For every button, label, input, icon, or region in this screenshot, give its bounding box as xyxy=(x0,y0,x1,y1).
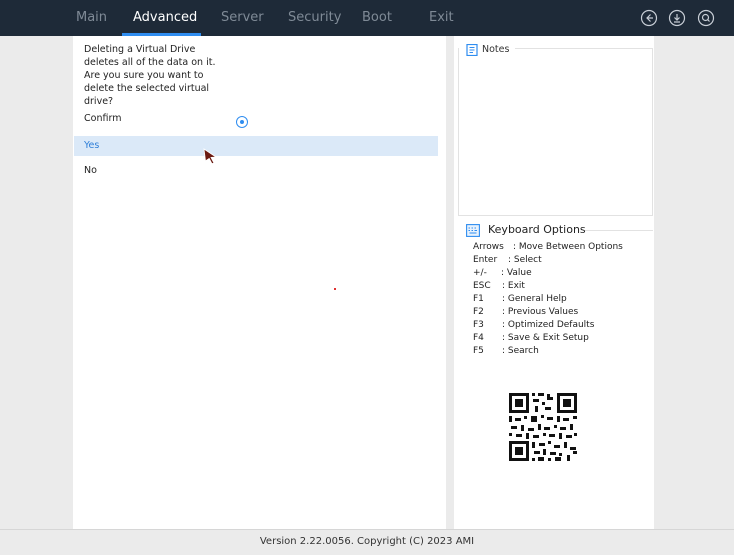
keyboard-options-divider xyxy=(585,230,653,231)
key-name: F4 xyxy=(473,333,484,343)
key-name: F2 xyxy=(473,307,484,317)
confirm-option[interactable]: Confirm xyxy=(74,109,438,129)
confirm-label: Confirm xyxy=(84,113,122,124)
key-row-f3: F3 : Optimized Defaults xyxy=(473,319,623,332)
tab-exit[interactable]: Exit xyxy=(429,0,454,36)
option-yes-label: Yes xyxy=(84,140,100,151)
confirm-radio[interactable] xyxy=(236,116,248,128)
key-desc: : Previous Values xyxy=(502,307,579,317)
tab-advanced[interactable]: Advanced xyxy=(133,0,197,36)
key-row-arrows: Arrows : Move Between Options xyxy=(473,241,623,254)
key-row-enter: Enter : Select xyxy=(473,254,623,267)
key-name: +/- xyxy=(473,268,487,278)
version-text: Version 2.22.0056. Copyright (C) 2023 AM… xyxy=(259,536,475,547)
notes-box xyxy=(458,48,653,216)
key-desc: : Search xyxy=(502,346,539,356)
tab-boot[interactable]: Boot xyxy=(362,0,392,36)
qr-code-icon xyxy=(501,385,585,469)
option-yes[interactable]: Yes xyxy=(74,136,438,156)
key-desc: : Save & Exit Setup xyxy=(502,333,589,343)
key-desc: : Optimized Defaults xyxy=(502,320,595,330)
notes-divider xyxy=(515,48,653,49)
key-name: F3 xyxy=(473,320,484,330)
red-marker-dot xyxy=(334,288,336,290)
mouse-cursor-icon xyxy=(203,148,217,164)
delete-warning-text: Deleting a Virtual Drive deletes all of … xyxy=(84,44,216,107)
key-row-f4: F4 : Save & Exit Setup xyxy=(473,332,623,345)
tab-security[interactable]: Security xyxy=(288,0,341,36)
tab-main[interactable]: Main xyxy=(76,0,107,36)
search-icon[interactable] xyxy=(697,9,715,27)
notes-title: Notes xyxy=(482,44,510,55)
tab-server[interactable]: Server xyxy=(221,0,264,36)
download-icon[interactable] xyxy=(668,9,686,27)
keyboard-options-list: Arrows : Move Between Options Enter : Sele… xyxy=(473,241,623,358)
key-desc: : General Help xyxy=(502,294,567,304)
keyboard-icon xyxy=(466,224,480,237)
key-row-f1: F1 : General Help xyxy=(473,293,623,306)
key-desc: : Exit xyxy=(502,281,525,291)
key-name: F5 xyxy=(473,346,484,356)
version-footer: Version 2.22.0056. Copyright (C) 2023 AM… xyxy=(0,529,734,555)
key-desc: : Move Between Options xyxy=(513,242,623,252)
key-name: Arrows xyxy=(473,242,504,252)
option-no-label: No xyxy=(84,165,97,176)
key-row-esc: ESC : Exit xyxy=(473,280,623,293)
notes-icon xyxy=(466,44,478,56)
key-row-f5: F5 : Search xyxy=(473,345,623,358)
key-name: Enter xyxy=(473,255,498,265)
keyboard-options-title: Keyboard Options xyxy=(488,223,586,236)
key-desc: : Value xyxy=(501,268,532,278)
top-menu-bar: Main Advanced Server Security Boot Exit xyxy=(0,0,734,36)
key-name: F1 xyxy=(473,294,484,304)
key-name: ESC xyxy=(473,281,491,291)
back-icon[interactable] xyxy=(640,9,658,27)
radio-checked-dot xyxy=(240,120,244,124)
option-no[interactable]: No xyxy=(74,161,438,181)
key-row-f2: F2 : Previous Values xyxy=(473,306,623,319)
key-row-plus-minus: +/- : Value xyxy=(473,267,623,280)
key-desc: : Select xyxy=(508,255,542,265)
